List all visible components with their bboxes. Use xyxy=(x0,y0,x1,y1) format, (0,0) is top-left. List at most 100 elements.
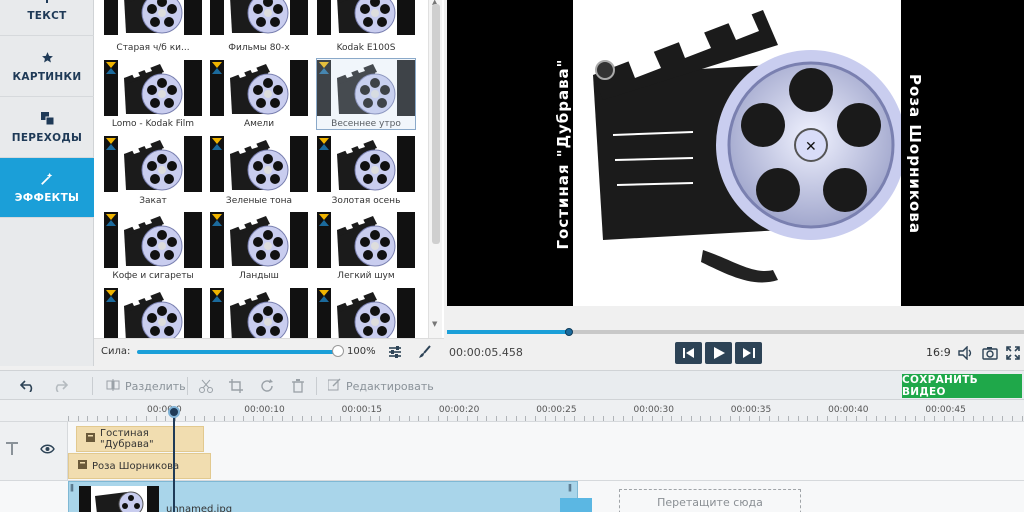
ruler-tick xyxy=(476,416,478,421)
effect-thumbnail[interactable] xyxy=(210,212,308,268)
video-preview[interactable]: ✕ Гостиная "Дубрава" Роза Шорникова xyxy=(447,0,1024,306)
effect-label: Кофе и сигареты xyxy=(112,271,194,281)
effect-label: Закат xyxy=(139,196,167,206)
clip-handle-right[interactable]: ǁ xyxy=(568,483,572,492)
text-clip-2[interactable]: Роза Шорникова xyxy=(68,453,211,479)
ruler-tick xyxy=(603,416,605,421)
effect-thumbnail[interactable] xyxy=(317,0,415,35)
undo-icon[interactable] xyxy=(20,377,36,395)
aspect-ratio[interactable]: 16:9 xyxy=(926,346,951,359)
ruler-tick xyxy=(924,416,926,421)
text-clip-1[interactable]: Гостиная "Дубрава" xyxy=(76,426,204,452)
ruler-tick xyxy=(282,416,284,421)
ruler-tick xyxy=(68,416,69,421)
ruler-tick xyxy=(963,416,965,421)
ruler-tick xyxy=(671,416,673,421)
effect-thumbnail[interactable] xyxy=(317,288,415,338)
strength-slider[interactable] xyxy=(137,350,337,354)
ruler-tick xyxy=(1011,416,1013,421)
adjust-settings-icon[interactable] xyxy=(386,343,404,361)
preview-right-caption: Роза Шорникова xyxy=(906,74,924,234)
effect-thumbnail[interactable] xyxy=(210,60,308,116)
clip-handle-left[interactable]: ǁ xyxy=(70,483,74,492)
effect-thumbnail[interactable] xyxy=(104,212,202,268)
scrollbar-thumb[interactable] xyxy=(432,4,440,244)
ruler-tick xyxy=(778,416,780,421)
effect-label: Старая ч/б ки... xyxy=(116,43,190,53)
scroll-down-icon[interactable]: ▼ xyxy=(432,320,437,328)
camera-icon[interactable] xyxy=(981,344,999,362)
effect-thumbnail[interactable] xyxy=(210,0,308,35)
rotate-icon[interactable] xyxy=(260,377,274,395)
ruler-tick xyxy=(817,416,819,421)
text-track-icon xyxy=(6,442,18,458)
effect-thumbnail[interactable] xyxy=(210,288,308,338)
save-video-button[interactable]: СОХРАНИТЬ ВИДЕО xyxy=(902,374,1022,398)
eye-icon[interactable] xyxy=(40,444,55,457)
transition-marker[interactable] xyxy=(560,498,592,512)
fullscreen-icon[interactable] xyxy=(1004,344,1022,362)
ruler-tick xyxy=(992,416,994,421)
ruler-tick xyxy=(106,416,108,421)
selected-effect-highlight xyxy=(316,58,416,130)
crop-icon[interactable] xyxy=(229,377,243,395)
text-clip-icon xyxy=(86,433,95,445)
skip-back-button[interactable] xyxy=(675,342,702,364)
ruler-tick xyxy=(515,416,517,421)
ruler-tick xyxy=(97,416,99,421)
ruler-tick xyxy=(768,416,770,421)
effect-thumbnail[interactable] xyxy=(104,288,202,338)
ruler-tick xyxy=(943,416,945,421)
effect-thumbnail[interactable] xyxy=(104,0,202,35)
playhead-knob[interactable] xyxy=(168,406,180,418)
ruler-tick xyxy=(690,416,692,421)
cut-icon[interactable] xyxy=(199,377,213,395)
ruler-tick xyxy=(505,416,507,421)
sidebar-item-pictures[interactable]: КАРТИНКИ xyxy=(0,37,94,97)
ruler-label: 00:00:40 xyxy=(828,405,869,415)
ruler-tick xyxy=(651,416,653,421)
effect-label: Зеленые тона xyxy=(225,196,293,206)
volume-icon[interactable] xyxy=(957,344,975,362)
redo-icon[interactable] xyxy=(52,377,68,395)
sidebar-item-text[interactable]: ТЕКСТ xyxy=(0,0,94,36)
strength-slider-knob[interactable] xyxy=(332,345,344,357)
sidebar-item-label: ЭФФЕКТЫ xyxy=(14,191,80,204)
ruler-tick xyxy=(573,416,575,421)
drop-zone[interactable]: Перетащите сюда xyxy=(619,489,801,512)
timeline-ruler[interactable]: 00:00:0 00:00:10 00:00:15 00:00:20 00:00:25 0… xyxy=(0,400,1024,422)
ruler-tick xyxy=(136,416,138,421)
effect-thumbnail[interactable] xyxy=(104,60,202,116)
clapperboard-image: ✕ xyxy=(573,0,906,306)
preview-progress-knob[interactable] xyxy=(565,328,573,336)
effects-scrollbar[interactable]: ▲ ▼ xyxy=(428,0,442,338)
ruler-tick xyxy=(311,416,313,421)
play-button[interactable] xyxy=(705,342,732,364)
toolbar-divider xyxy=(187,377,188,395)
delete-icon[interactable] xyxy=(292,377,304,395)
ruler-tick xyxy=(632,416,634,421)
toolbar-divider xyxy=(92,377,93,395)
ruler-tick xyxy=(612,416,614,421)
video-clip[interactable]: ǁ unnamed.jpg ǁ xyxy=(68,481,578,512)
hourglass-icon xyxy=(319,138,329,150)
skip-forward-button[interactable] xyxy=(735,342,762,364)
timeline: Гостиная "Дубрава" Роза Шорникова ǁ unna… xyxy=(0,422,1024,512)
ruler-tick xyxy=(710,416,712,421)
edit-button[interactable]: Редактировать xyxy=(327,377,434,395)
effect-thumbnail[interactable] xyxy=(210,136,308,192)
ruler-tick xyxy=(846,416,848,421)
video-clip-name: unnamed.jpg xyxy=(166,504,233,512)
brush-icon[interactable] xyxy=(416,343,434,361)
ruler-tick xyxy=(379,416,381,421)
sidebar-item-effects[interactable]: ЭФФЕКТЫ xyxy=(0,158,101,218)
effect-thumbnail[interactable] xyxy=(104,136,202,192)
ruler-label: 00:00:20 xyxy=(438,405,480,415)
editing-toolbar: Разделить Редактировать СОХРАНИТЬ ВИДЕО xyxy=(0,370,1024,400)
effect-thumbnail[interactable] xyxy=(317,136,415,192)
split-button[interactable]: Разделить xyxy=(106,377,186,395)
sidebar-item-transitions[interactable]: ПЕРЕХОДЫ xyxy=(0,98,94,158)
video-clip-thumbnail xyxy=(79,486,159,512)
effect-thumbnail[interactable] xyxy=(317,212,415,268)
split-label: Разделить xyxy=(125,379,186,393)
